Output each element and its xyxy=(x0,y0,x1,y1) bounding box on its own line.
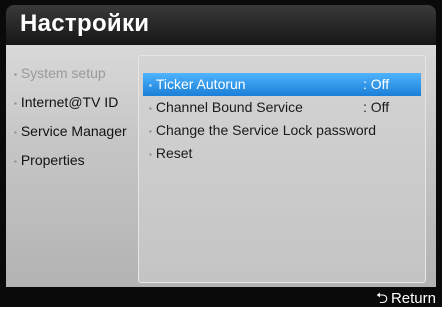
settings-panel: ▪ System setup ▪ Internet@TV ID ▪ Service M… xyxy=(6,45,436,287)
sidebar-item-service-manager[interactable]: ▪ Service Manager xyxy=(14,117,138,146)
tv-screen: Настройки ▪ System setup ▪ Internet@TV ID … xyxy=(0,0,442,307)
menu-item-value: : Off xyxy=(363,76,390,92)
bullet-icon: ▪ xyxy=(149,80,152,90)
menu-item-value: : Off xyxy=(363,99,390,115)
menu-item-channel-bound-service[interactable]: ▪ Channel Bound Service : Off xyxy=(143,96,421,119)
return-button[interactable]: ⮌ Return xyxy=(376,288,436,313)
bullet-icon: ▪ xyxy=(14,98,17,108)
menu-item-label: Reset xyxy=(155,145,193,161)
bullet-icon: ▪ xyxy=(149,103,152,113)
menu-item-label: Channel Bound Service xyxy=(155,99,303,115)
sidebar-item-system-setup[interactable]: ▪ System setup xyxy=(14,59,138,88)
return-label: Return xyxy=(390,290,436,307)
footer-bar: ⮌ Return xyxy=(0,287,442,307)
title-bar: Настройки xyxy=(6,5,436,45)
sidebar-item-label: Properties xyxy=(20,152,85,168)
sidebar-item-properties[interactable]: ▪ Properties xyxy=(14,146,138,175)
bullet-icon: ▪ xyxy=(14,156,17,166)
bullet-icon: ▪ xyxy=(149,126,152,136)
sidebar: ▪ System setup ▪ Internet@TV ID ▪ Service M… xyxy=(14,59,138,175)
return-arrow-icon: ⮌ xyxy=(375,290,388,307)
sidebar-item-label: Service Manager xyxy=(20,123,127,139)
page-title: Настройки xyxy=(20,10,150,37)
bullet-icon: ▪ xyxy=(149,149,152,159)
bullet-icon: ▪ xyxy=(14,69,17,79)
sidebar-item-label: System setup xyxy=(20,65,106,81)
menu-item-reset[interactable]: ▪ Reset xyxy=(143,142,421,165)
menu-item-change-service-lock-password[interactable]: ▪ Change the Service Lock password xyxy=(143,119,421,142)
menu-item-label: Change the Service Lock password xyxy=(155,122,377,138)
menu-list: ▪ Ticker Autorun : Off ▪ Channel Bound Ser… xyxy=(138,55,426,283)
bullet-icon: ▪ xyxy=(14,127,17,137)
sidebar-item-label: Internet@TV ID xyxy=(20,94,119,110)
sidebar-item-internet-tv-id[interactable]: ▪ Internet@TV ID xyxy=(14,88,138,117)
menu-item-label: Ticker Autorun xyxy=(155,76,246,92)
menu-item-ticker-autorun[interactable]: ▪ Ticker Autorun : Off xyxy=(143,73,421,96)
